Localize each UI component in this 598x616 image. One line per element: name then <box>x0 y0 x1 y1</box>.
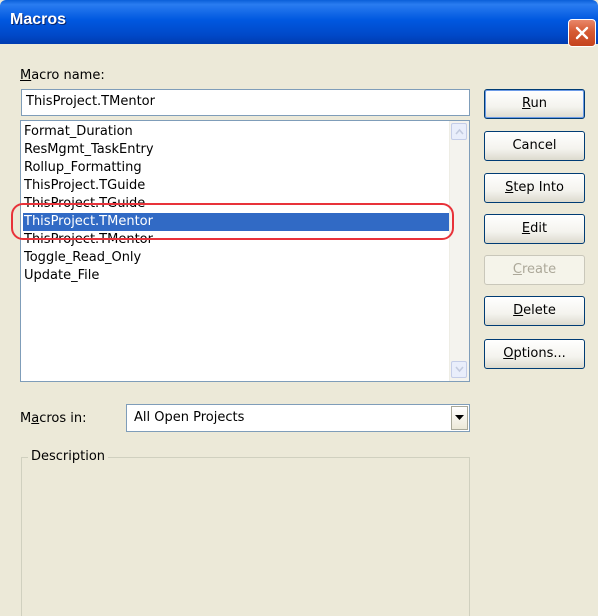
description-legend: Description <box>28 449 109 464</box>
step-into-rest: tep Into <box>513 180 564 195</box>
macros-in-label-prefix: M <box>20 411 32 426</box>
description-group <box>21 457 470 616</box>
dialog-title: Macros <box>10 11 67 28</box>
delete-button[interactable]: Delete <box>484 296 585 326</box>
macro-list-item[interactable]: Format_Duration <box>23 123 449 141</box>
macros-in-label: Macros in: <box>20 411 86 426</box>
scroll-down-button[interactable] <box>451 361 467 378</box>
macro-name-input[interactable]: ThisProject.TMentor <box>21 89 470 116</box>
step-into-button[interactable]: Step Into <box>484 173 585 203</box>
chevron-up-icon <box>455 128 464 135</box>
options-button[interactable]: Options... <box>484 339 585 369</box>
run-button[interactable]: Run <box>484 89 585 119</box>
macros-in-value: All Open Projects <box>134 410 245 425</box>
macro-list-item[interactable]: Toggle_Read_Only <box>23 249 449 267</box>
edit-accel: E <box>521 221 531 236</box>
macros-dialog: Macros Macro name: ThisProject.TMentor F… <box>0 0 598 616</box>
create-accel: C <box>512 262 522 277</box>
scroll-up-button[interactable] <box>451 123 467 140</box>
macro-name-label-accel: M <box>20 68 32 83</box>
close-icon <box>575 26 589 40</box>
macros-in-label-accel: a <box>31 411 40 426</box>
title-bar[interactable]: Macros <box>0 0 598 47</box>
macro-list-item[interactable]: Rollup_Formatting <box>23 159 449 177</box>
macros-in-dropdown-button[interactable] <box>451 406 468 430</box>
macros-in-select[interactable]: All Open Projects <box>126 404 470 432</box>
chevron-down-icon <box>455 366 464 373</box>
macro-name-label: Macro name: <box>20 68 105 83</box>
macro-name-label-rest: acro name: <box>31 68 105 83</box>
close-button[interactable] <box>568 19 596 47</box>
delete-rest: elete <box>523 303 556 318</box>
macro-list-item[interactable]: ResMgmt_TaskEntry <box>23 141 449 159</box>
edit-rest: dit <box>530 221 548 236</box>
cancel-button[interactable]: Cancel <box>484 131 585 161</box>
caret-down-icon <box>455 415 464 420</box>
macros-in-label-rest: cros in: <box>39 411 87 426</box>
options-rest: ptions... <box>513 346 566 361</box>
macro-list-item[interactable]: Update_File <box>23 267 449 285</box>
options-accel: O <box>503 346 514 361</box>
edit-button[interactable]: Edit <box>484 214 585 244</box>
selection-highlight-annotation <box>11 203 454 240</box>
macro-list-item[interactable]: ThisProject.TGuide <box>23 177 449 195</box>
create-rest: reate <box>521 262 557 277</box>
create-button: Create <box>484 255 585 285</box>
macro-list[interactable]: Format_Duration ResMgmt_TaskEntry Rollup_F… <box>20 120 470 382</box>
macro-list-scrollbar[interactable] <box>449 121 469 381</box>
delete-accel: D <box>513 303 524 318</box>
run-rest: un <box>530 96 547 111</box>
